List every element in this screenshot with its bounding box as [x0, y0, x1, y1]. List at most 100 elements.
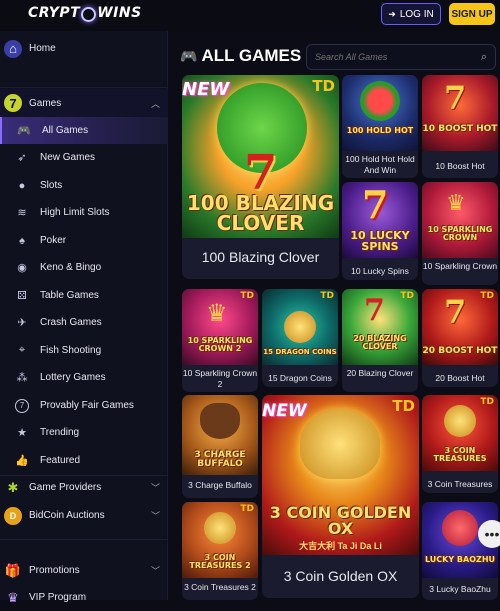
game-card-20-blazing-clover[interactable]: 7 20 BLAZING CLOVER TD 20 Blazing Clover	[342, 289, 418, 392]
top-header: CRYPT WINS ➜ LOG IN SIGN UP	[0, 0, 500, 31]
game-art-title: 10 SPARKLING CROWN	[427, 225, 493, 242]
coin-icon	[204, 512, 236, 544]
dice-icon: ⚄	[17, 290, 27, 302]
game-title: 20 Boost Hot	[435, 373, 485, 383]
game-card-3-lucky-baozhu[interactable]: LUCKY BAOZHU 3 Lucky BaoZhu	[422, 502, 498, 600]
sidebar-item-lottery-games[interactable]: ⁂ Lottery Games	[0, 364, 168, 391]
sidebar-item-promotions[interactable]: 🎁 Promotions ﹀	[0, 557, 168, 584]
sidebar-item-label: New Games	[40, 152, 96, 163]
game-art-title: 20 BLAZING CLOVER	[353, 334, 407, 351]
sidebar-item-bidcoin-auctions[interactable]: D BidCoin Auctions ﹀	[0, 502, 168, 529]
sidebar-item-label: Slots	[40, 180, 63, 191]
game-art-title: 3 CHARGE BUFFALO	[194, 450, 246, 469]
td-badge: TD	[240, 291, 254, 301]
new-badge: NEW	[182, 79, 230, 100]
sidebar-item-crash-games[interactable]: ✈ Crash Games	[0, 309, 168, 336]
page-title-text: ALL GAMES	[201, 46, 302, 65]
game-title: 10 Sparkling Crown 2	[182, 368, 258, 389]
sidebar-item-high-limit-slots[interactable]: ≋ High Limit Slots	[0, 199, 168, 226]
signup-button[interactable]: SIGN UP	[449, 3, 495, 25]
game-title: 3 Coin Treasures 2	[184, 582, 256, 592]
seven-icon: 7	[362, 182, 389, 227]
sidebar-item-label: Provably Fair Games	[40, 400, 134, 411]
game-title: 3 Charge Buffalo	[188, 480, 252, 490]
sidebar-item-vip-program[interactable]: ♛ VIP Program	[0, 584, 168, 611]
game-card-3-charge-buffalo[interactable]: 3 CHARGE BUFFALO 3 Charge Buffalo	[182, 395, 258, 498]
game-title: 10 Lucky Spins	[351, 266, 409, 276]
page-title: 🎮 ALL GAMES	[180, 46, 301, 66]
golden-ox-icon	[300, 409, 380, 479]
login-button[interactable]: ➜ LOG IN	[381, 3, 441, 25]
game-title: 3 Coin Treasures	[427, 479, 493, 489]
game-title: 10 Boost Hot	[435, 161, 485, 171]
sidebar-item-game-providers[interactable]: ✱ Game Providers ﹀	[0, 474, 168, 501]
chevron-up-icon: ︿	[150, 98, 160, 109]
home-icon: ⌂	[4, 39, 22, 58]
sidebar-item-label: All Games	[42, 125, 89, 136]
sidebar-item-label: Fish Shooting	[40, 345, 102, 356]
game-art-title: 100 BLAZING CLOVER	[186, 191, 335, 235]
game-card-15-dragon-coins[interactable]: 15 DRAGON COINS TD 15 Dragon Coins	[262, 289, 338, 387]
td-badge: TD	[320, 291, 334, 301]
sidebar-item-table-games[interactable]: ⚄ Table Games	[0, 282, 168, 309]
logo-text-right: WINS	[97, 5, 142, 21]
sidebar-item-slots[interactable]: ● Slots	[0, 172, 168, 199]
game-art-title: 10 BOOST HOT	[422, 124, 498, 134]
chevron-down-icon: ﹀	[150, 511, 160, 521]
sidebar-item-trending[interactable]: ★ Trending	[0, 419, 168, 446]
sidebar-divider	[0, 539, 168, 540]
game-thumbnail: 7 10 LUCKY SPINS	[342, 182, 418, 258]
vip-crown-icon: ♛	[7, 589, 19, 605]
game-art-title: 3 COIN TREASURES 2	[189, 553, 251, 570]
game-card-100-hold-hot[interactable]: 100 HOLD HOT 100 Hold Hot Hold And Win	[342, 75, 418, 178]
game-art-title: 15 DRAGON COINS	[263, 348, 337, 356]
game-card-10-lucky-spins[interactable]: 7 10 LUCKY SPINS 10 Lucky Spins	[342, 182, 418, 280]
sidebar-item-label: BidCoin Auctions	[29, 510, 105, 521]
sidebar-item-games[interactable]: 7 Games ︿	[0, 89, 168, 117]
game-card-20-boost-hot[interactable]: 7 20 BOOST HOT TD 20 Boost Hot	[422, 289, 498, 387]
search-input[interactable]	[315, 52, 465, 62]
sidebar-item-label: Trending	[40, 427, 80, 438]
bidcoin-icon: D	[4, 506, 22, 525]
controller-icon: 🎮	[180, 47, 198, 64]
game-title: 15 Dragon Coins	[268, 373, 332, 383]
sidebar-item-poker[interactable]: ♠ Poker	[0, 227, 168, 254]
star-icon: ★	[17, 427, 27, 439]
sidebar-item-all-games[interactable]: 🎮 All Games	[0, 117, 168, 144]
logo-text-left: CRYPT	[28, 5, 81, 21]
sidebar-item-keno-bingo[interactable]: ◉ Keno & Bingo	[0, 254, 168, 281]
game-thumbnail: 7 10 BOOST HOT	[422, 75, 498, 151]
game-card-10-boost-hot[interactable]: 7 10 BOOST HOT 10 Boost Hot	[422, 75, 498, 178]
game-card-100-blazing-clover[interactable]: 7 100 BLAZING CLOVER NEW TD 100 Blazing …	[182, 75, 339, 279]
sidebar-item-label: Featured	[40, 455, 81, 466]
game-art-title: 10 SPARKLING CROWN 2	[187, 336, 253, 353]
seven-icon: 7	[444, 293, 467, 331]
game-card-10-sparkling-crown[interactable]: ♛ 10 SPARKLING CROWN 10 Sparkling Crown	[422, 182, 498, 285]
sidebar-item-fish-shooting[interactable]: ⌖ Fish Shooting	[0, 337, 168, 364]
search-box[interactable]: ⌕	[306, 44, 496, 70]
td-badge: TD	[312, 77, 335, 95]
td-badge: TD	[240, 504, 254, 514]
seven-icon: 7	[4, 94, 22, 112]
game-card-3-coin-treasures-2[interactable]: 3 COIN TREASURES 2 TD 3 Coin Treasures 2	[182, 502, 258, 600]
sidebar-item-featured[interactable]: 👍 Featured	[0, 447, 168, 474]
sidebar: ⌂ Home 7 Games ︿ 🎮 All Games ➶ New Games…	[0, 31, 168, 605]
game-card-3-coin-golden-ox[interactable]: 3 COIN GOLDEN OX 大吉大利 Ta Ji Da Li NEW TD…	[262, 395, 419, 598]
site-logo[interactable]: CRYPT WINS	[28, 5, 142, 22]
game-title: 20 Blazing Clover	[346, 368, 414, 378]
game-title: 100 Blazing Clover	[201, 249, 320, 265]
sidebar-item-new-games[interactable]: ➶ New Games	[0, 144, 168, 171]
search-icon: ⌕	[480, 51, 487, 63]
coin-icon	[284, 311, 316, 343]
seven-icon: 7	[364, 293, 385, 328]
sidebar-item-home[interactable]: ⌂ Home	[0, 35, 168, 62]
login-icon: ➜	[388, 8, 396, 19]
sidebar-item-provably-fair-games[interactable]: 7 Provably Fair Games	[0, 392, 168, 419]
game-art-title: 3 COIN TREASURES	[433, 446, 487, 463]
game-card-10-sparkling-crown-2[interactable]: ♛ 10 SPARKLING CROWN 2 TD 10 Sparkling C…	[182, 289, 258, 392]
sidebar-item-label: VIP Program	[29, 592, 87, 603]
buffalo-icon	[200, 403, 240, 439]
game-art-title: 100 HOLD HOT	[346, 126, 414, 135]
chat-icon[interactable]: •••	[478, 520, 500, 548]
game-card-3-coin-treasures[interactable]: 3 COIN TREASURES TD 3 Coin Treasures	[422, 395, 498, 493]
